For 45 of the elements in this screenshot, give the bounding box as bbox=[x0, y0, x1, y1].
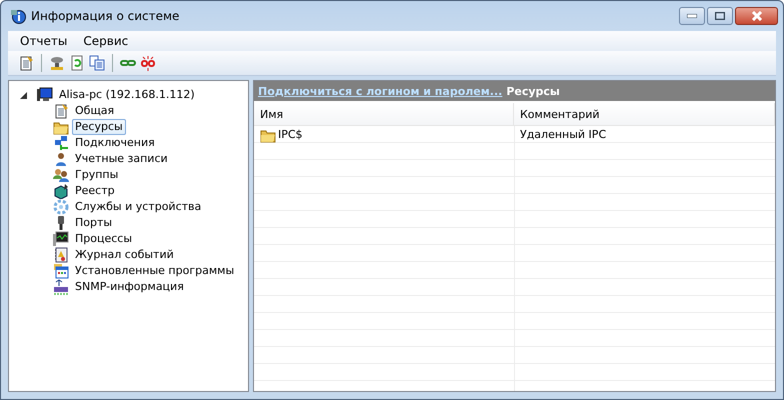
minimize-icon bbox=[687, 14, 697, 18]
monitor-icon bbox=[53, 231, 69, 247]
window-title: Информация о системе bbox=[31, 9, 180, 23]
tree-item[interactable]: Процессы bbox=[72, 231, 136, 247]
expand-arrow-icon[interactable] bbox=[19, 90, 28, 100]
tree-item[interactable]: Ресурсы bbox=[72, 119, 126, 135]
tree-item[interactable]: Учетные записи bbox=[72, 151, 171, 167]
menu-item[interactable]: Отчеты bbox=[14, 34, 74, 48]
menu-item[interactable]: Сервис bbox=[77, 34, 134, 48]
user-icon bbox=[53, 151, 69, 167]
network-icon bbox=[53, 135, 69, 151]
notebook-icon bbox=[53, 247, 69, 263]
tree-item[interactable]: Подключения bbox=[72, 135, 158, 151]
device-icon bbox=[53, 279, 69, 295]
close-button[interactable] bbox=[735, 7, 778, 25]
tree-item[interactable]: Реестр bbox=[72, 183, 118, 199]
minimize-button[interactable] bbox=[679, 7, 705, 25]
window-icon bbox=[53, 263, 69, 279]
tree-item[interactable]: Журнал событий bbox=[72, 247, 177, 263]
refresh-document-icon[interactable] bbox=[69, 55, 85, 71]
users-icon bbox=[53, 167, 69, 183]
document-icon bbox=[53, 103, 69, 119]
maximize-button[interactable] bbox=[707, 7, 733, 25]
table-cell: Удаленный IPC bbox=[520, 128, 606, 141]
panel-title: Ресурсы bbox=[506, 84, 560, 98]
copy-icon[interactable] bbox=[89, 55, 105, 71]
tree-item[interactable]: Группы bbox=[72, 167, 122, 183]
tree-item[interactable]: Общая bbox=[72, 103, 118, 119]
document-icon[interactable] bbox=[18, 55, 34, 71]
column-header[interactable]: Комментарий bbox=[514, 103, 775, 125]
table-cell: IPC$ bbox=[278, 128, 303, 141]
server-icon[interactable] bbox=[49, 55, 65, 71]
tree-item[interactable]: SNMP-информация bbox=[72, 279, 187, 295]
tree-item[interactable]: Установленные программы bbox=[72, 263, 238, 279]
maximize-icon bbox=[715, 12, 725, 20]
info-icon bbox=[10, 8, 26, 24]
cube-icon bbox=[53, 183, 69, 199]
gear-icon bbox=[53, 199, 69, 215]
column-header[interactable]: Имя bbox=[254, 103, 514, 125]
tree-item[interactable]: Alisa-pc (192.168.1.112) bbox=[56, 87, 198, 103]
tree-item[interactable]: Службы и устройства bbox=[72, 199, 204, 215]
monitor-icon bbox=[37, 87, 53, 103]
tree-item[interactable]: Порты bbox=[72, 215, 116, 231]
broken-link-icon[interactable] bbox=[140, 55, 156, 71]
close-icon bbox=[750, 11, 762, 21]
